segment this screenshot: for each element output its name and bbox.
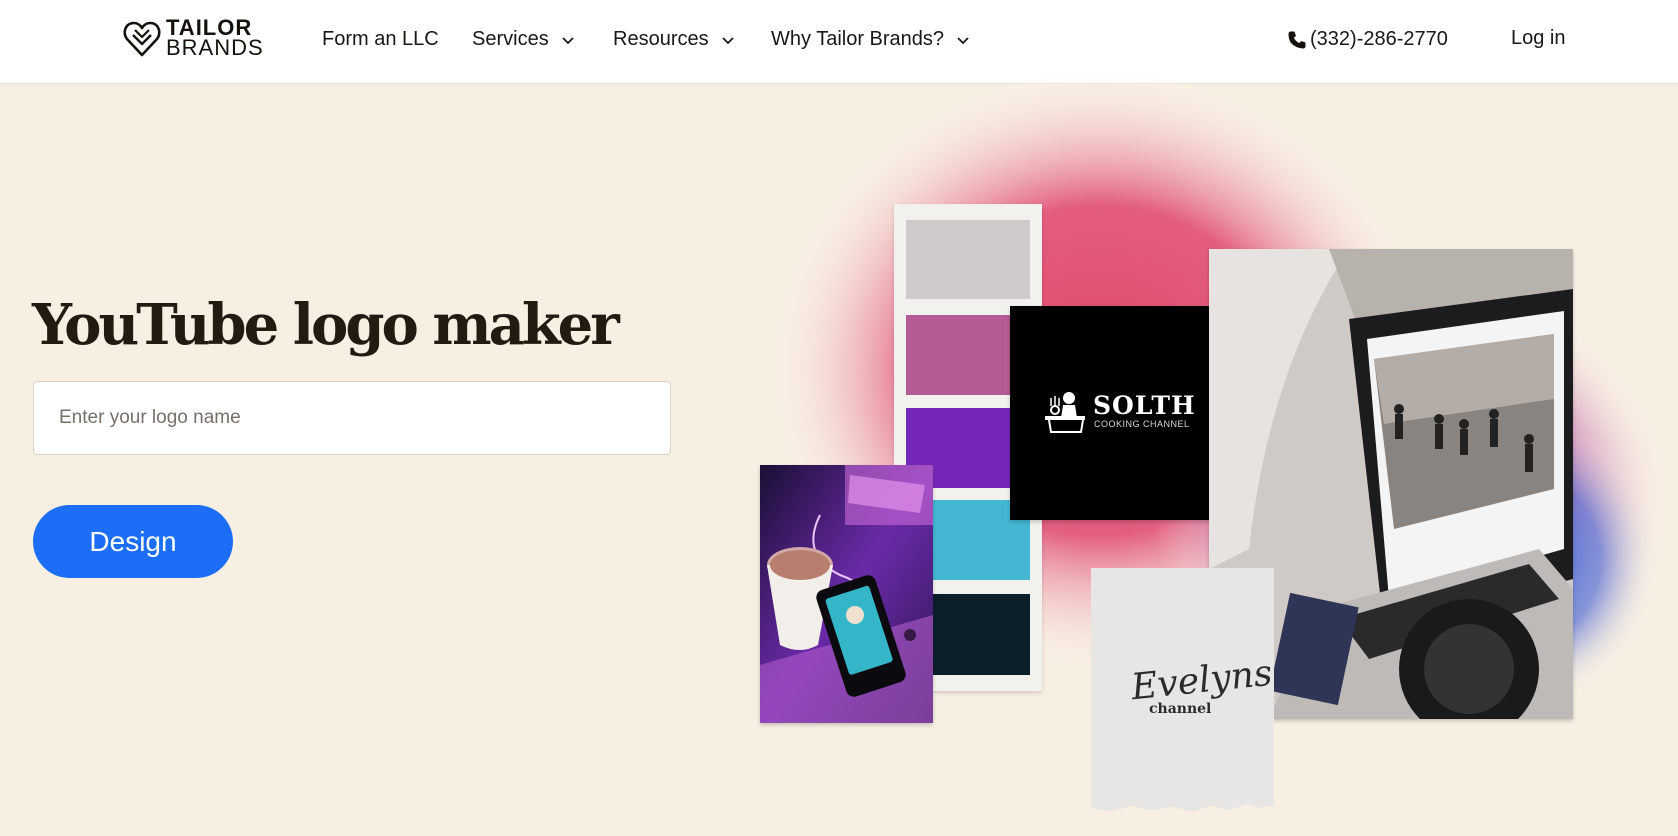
tailor-brands-heart-icon [123, 21, 161, 57]
evelyns-logo-paper: Evelyns channel [1091, 568, 1275, 812]
solth-brand-name: SOLTH [1093, 391, 1196, 420]
phone-icon [1288, 31, 1306, 48]
nav-item-why-tailor-brands[interactable]: Why Tailor Brands? [771, 28, 970, 51]
logo-wordmark: TAILOR BRANDS [166, 17, 264, 60]
login-link[interactable]: Log in [1511, 27, 1566, 50]
evelyns-brand-name: Evelyns [1129, 652, 1275, 709]
logo-name-input[interactable] [33, 381, 671, 455]
nav-item-services[interactable]: Services [472, 28, 575, 51]
nav-item-label: Why Tailor Brands? [771, 28, 945, 50]
logo-line-2: BRANDS [166, 35, 264, 60]
page-title: YouTube logo maker [32, 292, 620, 358]
chef-icon [1045, 392, 1085, 433]
nav-item-resources[interactable]: Resources [613, 28, 735, 51]
nav-item-label: Form an LLC [322, 28, 439, 50]
solth-logo-card: SOLTH COOKING CHANNEL [1010, 306, 1224, 520]
solth-tagline: COOKING CHANNEL [1094, 419, 1190, 429]
nav-item-label: Services [472, 28, 549, 50]
top-navigation: TAILOR BRANDS Form an LLC Services Resou… [0, 0, 1678, 84]
palette-swatch [906, 220, 1030, 299]
nav-item-label: Resources [613, 28, 709, 50]
design-button[interactable]: Design [33, 505, 233, 578]
chevron-down-icon [721, 36, 734, 44]
phone-link[interactable]: (332)-286-2770 [1287, 28, 1448, 51]
coffee-phone-photo [760, 465, 933, 723]
chevron-down-icon [957, 36, 969, 44]
evelyns-tagline: channel [1149, 701, 1212, 717]
chevron-down-icon [562, 36, 574, 44]
nav-item-form-llc[interactable]: Form an LLC [322, 28, 439, 51]
phone-number: (332)-286-2770 [1310, 28, 1448, 50]
tailor-brands-logo[interactable]: TAILOR BRANDS [123, 17, 264, 60]
